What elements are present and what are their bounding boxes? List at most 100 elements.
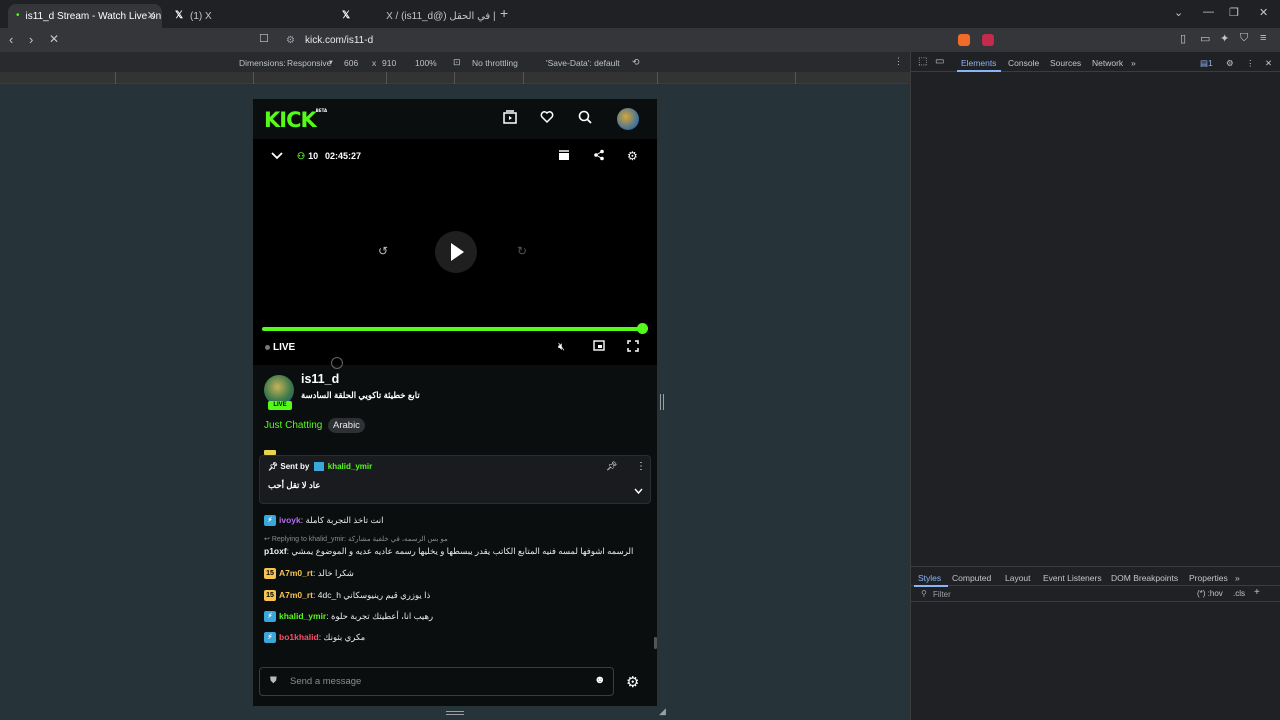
search-icon[interactable] xyxy=(577,110,593,126)
video-player[interactable]: ⚇ 10 02:45:27 ⚙ ↺ ↻ LIVE 🔇︎ xyxy=(253,139,657,365)
stream-title: تابع خطيئة تاكويي الحلقة السادسة xyxy=(301,390,420,400)
back-icon[interactable]: ‹ xyxy=(9,32,13,47)
resize-handle-right[interactable] xyxy=(660,394,664,410)
throttling-select[interactable]: No throttling xyxy=(472,58,518,68)
seek-handle[interactable] xyxy=(637,323,648,334)
rewind-10-icon[interactable]: ↺ xyxy=(378,244,388,258)
tab-elements[interactable]: Elements xyxy=(961,58,996,68)
device-toggle-icon[interactable]: ▭ xyxy=(935,56,944,67)
address-toolbar: ‹ › ✕ ☐ ⚙ kick.com/is11-d ▯ ▭ ✦ ⛉ ≡ xyxy=(0,28,1280,52)
minimize-button[interactable]: — xyxy=(1203,6,1214,18)
channel-name[interactable]: is11_d xyxy=(301,372,339,386)
tab-x-profile[interactable]: 𝕏 X / (is11_d@) سعد | في الحقل xyxy=(334,4,496,28)
new-tab-button[interactable]: + xyxy=(500,5,508,21)
kick-page: KICKBETA ⚇ 10 02:45:27 ⚙ ↺ ↻ LIVE 🔇︎ LIV… xyxy=(253,99,657,706)
brave-shield-icon[interactable] xyxy=(958,34,970,46)
language-tag[interactable]: Arabic xyxy=(328,418,365,433)
width-input[interactable]: 606 xyxy=(344,58,358,68)
live-indicator[interactable]: LIVE xyxy=(265,342,295,353)
maximize-button[interactable]: ❐ xyxy=(1229,6,1239,19)
save-data-select[interactable]: 'Save-Data': default xyxy=(546,58,620,68)
more-tabs-icon[interactable]: » xyxy=(1131,58,1136,68)
resize-corner-icon[interactable]: ◢ xyxy=(659,706,666,717)
more-options-icon[interactable]: ⋮ xyxy=(1246,58,1255,69)
device-mode-select[interactable]: Responsive xyxy=(287,58,331,68)
more-options-icon[interactable]: ⋮ xyxy=(636,461,646,472)
forward-10-icon[interactable]: ↻ xyxy=(517,244,527,258)
device-posture-icon[interactable]: ⊡ xyxy=(453,57,461,68)
user-avatar[interactable] xyxy=(617,108,639,130)
tab-label: X / (is11_d@) سعد | في الحقل xyxy=(386,10,496,22)
kick-logo[interactable]: KICKBETA xyxy=(264,108,327,132)
bolt-badge-icon: ⚡︎ xyxy=(264,632,276,644)
muted-speaker-icon[interactable]: 🔇︎ xyxy=(558,341,565,354)
cls-toggle[interactable]: .cls xyxy=(1233,589,1245,598)
tab-dom-breakpoints[interactable]: DOM Breakpoints xyxy=(1111,573,1178,583)
chat-settings-gear-icon[interactable]: ⚙ xyxy=(626,673,639,691)
browse-icon[interactable] xyxy=(502,110,518,126)
address-bar[interactable]: ⚙ kick.com/is11-d xyxy=(278,30,950,50)
brave-rewards-icon[interactable] xyxy=(982,34,994,46)
height-input[interactable]: 910 xyxy=(382,58,396,68)
following-heart-icon[interactable] xyxy=(539,110,555,126)
tab-properties[interactable]: Properties xyxy=(1189,573,1228,583)
tab-computed[interactable]: Computed xyxy=(952,573,991,583)
bookmark-icon[interactable]: ☐ xyxy=(259,32,269,45)
fullscreen-icon[interactable] xyxy=(627,340,639,355)
tab-layout[interactable]: Layout xyxy=(1005,573,1031,583)
pinned-user[interactable]: khalid_ymir xyxy=(328,462,372,471)
resize-handle-bottom[interactable] xyxy=(446,711,464,715)
chat-message[interactable]: 15 A7m0_rt: 4dc_h ذا يوزري قيم رينيوسكاني xyxy=(264,590,430,602)
reply-context[interactable]: ↩ Replying to khalid_ymir: مو بس الرسمه،… xyxy=(264,535,448,543)
category-link[interactable]: Just Chatting xyxy=(264,420,322,431)
rotate-icon[interactable]: ⟲ xyxy=(632,57,640,68)
unpin-icon[interactable]: 📌︎ xyxy=(606,461,617,472)
forward-icon[interactable]: › xyxy=(29,32,33,47)
issues-badge[interactable]: ▤1 xyxy=(1200,58,1213,69)
chat-message[interactable]: ⚡︎ ivoyk: انت تاخذ التجربة كاملة xyxy=(264,515,384,527)
tab-styles[interactable]: Styles xyxy=(918,573,941,583)
tab-kick-stream[interactable]: • is11_d Stream - Watch Live on K ✕ xyxy=(8,4,162,28)
chat-input[interactable]: ⛊ Send a message ☻ xyxy=(259,667,614,696)
zoom-select[interactable]: 100% xyxy=(415,58,437,68)
close-devtools-icon[interactable]: ✕ xyxy=(1265,58,1272,69)
tab-search-icon[interactable]: ⌄ xyxy=(1174,6,1183,19)
wallet-icon[interactable]: ▭ xyxy=(1200,32,1210,45)
more-tabs-icon[interactable]: » xyxy=(1235,573,1240,583)
tab-console[interactable]: Console xyxy=(1008,58,1039,68)
share-icon[interactable] xyxy=(593,149,605,164)
seek-bar[interactable] xyxy=(262,327,642,331)
close-tab-icon[interactable]: ✕ xyxy=(147,9,156,22)
chat-message[interactable]: 15 A7m0_rt: شكرا خالد xyxy=(264,568,354,580)
filter-input[interactable]: Filter xyxy=(933,590,951,599)
vpn-icon[interactable]: ⛉ xyxy=(1240,32,1248,45)
hov-toggle[interactable]: (*) :hov xyxy=(1197,589,1223,598)
sidebar-icon[interactable]: ▯ xyxy=(1180,32,1186,45)
play-button[interactable] xyxy=(435,231,477,273)
tab-sources[interactable]: Sources xyxy=(1050,58,1081,68)
leo-ai-icon[interactable]: ✦ xyxy=(1220,32,1229,45)
menu-icon[interactable]: ≡ xyxy=(1260,32,1266,44)
chat-scrollbar[interactable] xyxy=(654,637,657,649)
tab-x[interactable]: 𝕏 (1) X xyxy=(166,4,324,28)
picture-in-picture-icon[interactable] xyxy=(593,340,605,354)
site-info-icon[interactable]: ⚙ xyxy=(286,35,295,46)
chat-message[interactable]: ⚡︎ khalid_ymir: رهيب انا، أعطيتك تجربة حل… xyxy=(264,611,433,623)
clip-icon[interactable] xyxy=(558,150,570,164)
collapse-chevron-icon[interactable] xyxy=(271,151,283,163)
settings-gear-icon[interactable]: ⚙ xyxy=(627,149,638,163)
chat-message[interactable]: p1oxf: الرسمه اشوفها لمسه فنيه المتابع ا… xyxy=(264,546,633,557)
settings-gear-icon[interactable]: ⚙ xyxy=(1226,58,1234,69)
emoji-icon[interactable]: ☻ xyxy=(594,674,606,686)
tab-network[interactable]: Network xyxy=(1092,58,1123,68)
tab-event-listeners[interactable]: Event Listeners xyxy=(1043,573,1102,583)
sub-badge-icon: 15 xyxy=(264,590,276,602)
chat-message[interactable]: ⚡︎ bo1khalid: مكري بثونك xyxy=(264,632,365,644)
more-options-icon[interactable]: ⋮ xyxy=(894,56,903,67)
new-rule-icon[interactable]: + xyxy=(1254,587,1260,598)
inspect-element-icon[interactable]: ⬚ xyxy=(918,56,927,67)
pinned-message[interactable]: 📌︎ Sent by khalid_ymir 📌︎ ⋮ عاد لا تقل أ… xyxy=(259,455,651,504)
expand-chevron-icon[interactable] xyxy=(634,484,643,498)
stop-loading-icon[interactable]: ✕ xyxy=(49,32,59,46)
close-window-button[interactable]: ✕ xyxy=(1259,6,1268,19)
